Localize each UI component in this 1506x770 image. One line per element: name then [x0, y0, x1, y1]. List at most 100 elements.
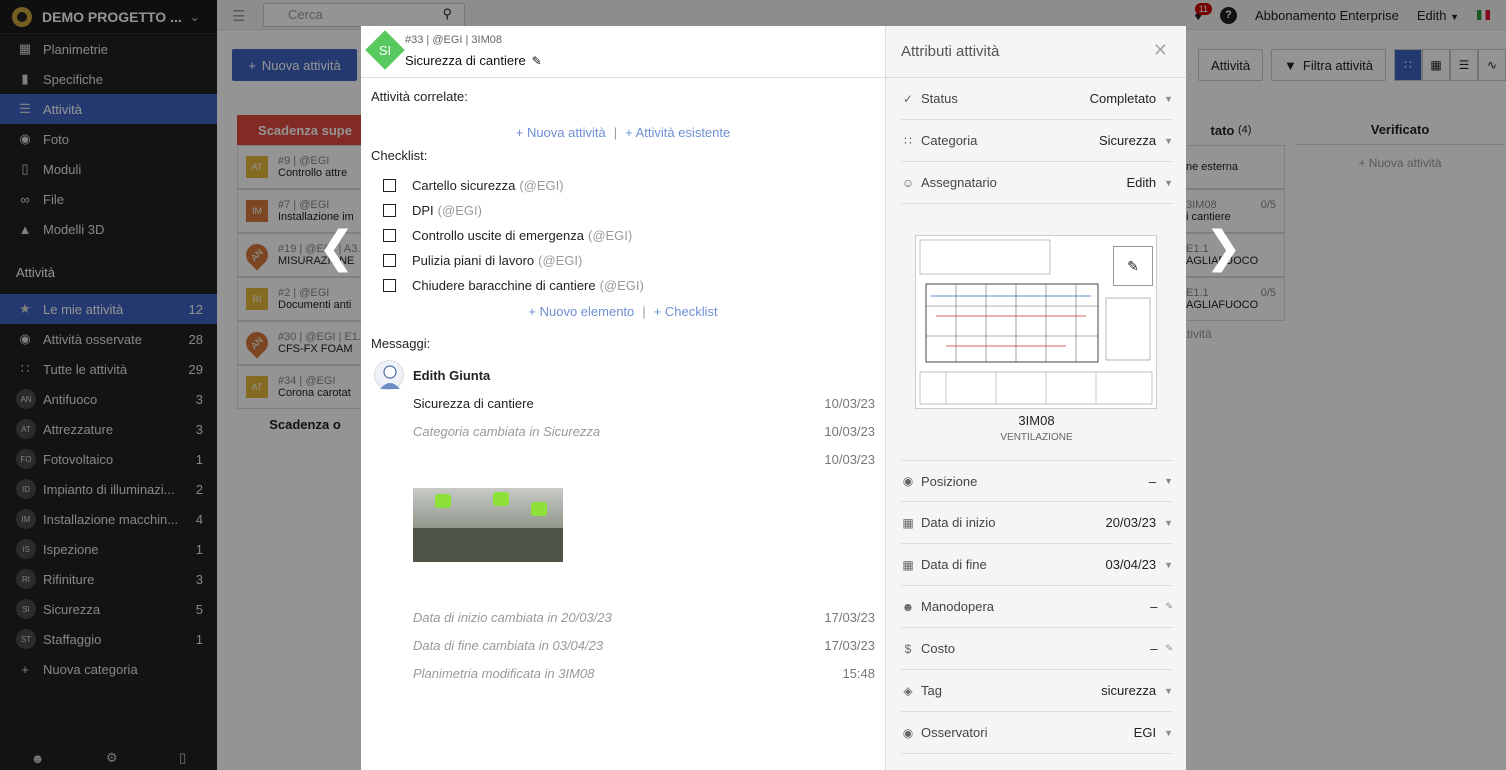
checklist-user: (@EGI) [437, 203, 482, 218]
pencil-icon[interactable]: ✎ [1165, 643, 1173, 654]
plan-thumbnail[interactable]: ✎ [915, 235, 1157, 409]
activity-title[interactable]: Sicurezza di cantiere ✎ [405, 53, 542, 68]
checkbox[interactable] [383, 204, 396, 217]
message-photo[interactable] [413, 488, 563, 562]
start-date-value: 20/03/23 [1105, 515, 1157, 530]
calendar-icon: ▦ [902, 515, 914, 530]
modal-header: SI #33 | @EGI | 3IM08 Sicurezza di canti… [361, 26, 885, 78]
assignee-field[interactable]: ☺ Assegnatario Edith ▼ [901, 162, 1173, 204]
message-text: Categoria cambiata in Sicurezza [413, 424, 601, 439]
position-label: Posizione [921, 473, 978, 489]
labor-field[interactable]: ☻ Manodopera – ✎ [901, 586, 1173, 628]
chevron-right-icon[interactable]: ❯ [1205, 226, 1242, 270]
plan-name: 3IM08 [1018, 413, 1055, 428]
pencil-icon: ✎ [1127, 257, 1139, 274]
existing-activity-link[interactable]: + Attività esistente [625, 125, 730, 140]
user-icon: ☺ [901, 175, 915, 190]
checklist-user: (@EGI) [587, 228, 633, 243]
message-text: Sicurezza di cantiere [413, 396, 534, 411]
observers-field[interactable]: ◉ Osservatori EGI ▼ [901, 712, 1173, 754]
start-date-label: Data di inizio [921, 515, 996, 530]
message-author: Edith Giunta [413, 368, 491, 383]
history-text: Data di fine cambiata in 03/04/23 [413, 638, 604, 653]
close-icon[interactable]: ✕ [1153, 40, 1168, 61]
activity-meta: #33 | @EGI | 3IM08 [405, 34, 502, 46]
start-date-field[interactable]: ▦ Data di inizio 20/03/23 ▼ [901, 502, 1173, 544]
history-text: Planimetria modificata in 3IM08 [413, 666, 595, 681]
assignee-value: Edith [1126, 175, 1157, 190]
checklist-item[interactable]: DPI (@EGI) [383, 203, 482, 218]
activity-details: SI #33 | @EGI | 3IM08 Sicurezza di canti… [361, 26, 885, 770]
related-label: Attività correlate: [371, 89, 468, 104]
caret-down-icon: ▼ [1164, 727, 1173, 738]
status-label: Status [921, 91, 958, 106]
observers-label: Osservatori [921, 725, 988, 740]
checklist-text: DPI [412, 203, 434, 218]
message-date: 10/03/23 [824, 396, 875, 411]
cost-field[interactable]: $ Costo – ✎ [901, 628, 1173, 670]
eye-icon: ◉ [902, 725, 914, 740]
checklist-text: Chiudere baracchine di cantiere [412, 278, 596, 293]
app-root: { "sidebar": { "project": "DEMO PROGETTO… [0, 0, 1506, 770]
cost-value: – [1150, 641, 1158, 656]
history-date: 17/03/23 [824, 610, 875, 625]
new-item-link[interactable]: + Nuovo elemento [528, 304, 634, 319]
attributes-title: Attributi attività [901, 43, 1000, 60]
assignee-label: Assegnatario [921, 175, 997, 190]
user-avatar-icon [380, 365, 400, 389]
pencil-icon[interactable]: ✎ [1165, 601, 1173, 612]
caret-down-icon: ▼ [1164, 177, 1173, 188]
status-field[interactable]: ✓ Status Completato ▼ [901, 78, 1173, 120]
message-date: 10/03/23 [824, 424, 875, 439]
position-field[interactable]: ◉ Posizione – ▼ [901, 460, 1173, 502]
edit-plan-button[interactable]: ✎ [1113, 246, 1153, 286]
checkbox[interactable] [383, 254, 396, 267]
category-badge-label: SI [378, 42, 392, 58]
cost-label: Costo [921, 641, 955, 656]
chevron-left-icon[interactable]: ❮ [318, 226, 355, 270]
pencil-icon[interactable]: ✎ [532, 54, 542, 68]
position-value: – [1148, 473, 1157, 489]
checkbox[interactable] [383, 279, 396, 292]
calendar-icon: ▦ [902, 557, 914, 572]
tag-field[interactable]: ◈ Tag sicurezza ▼ [901, 670, 1173, 712]
history-row: Data di inizio cambiata in 20/03/23 17/03… [413, 610, 875, 625]
caret-down-icon: ▼ [1164, 476, 1173, 486]
checklist-text: Pulizia piani di lavoro [412, 253, 535, 268]
messages-label: Messaggi: [371, 336, 431, 351]
users-icon: ☻ [901, 599, 915, 614]
caret-down-icon: ▼ [1164, 559, 1173, 570]
end-date-value: 03/04/23 [1105, 557, 1157, 572]
checkbox[interactable] [383, 179, 396, 192]
checklist-user: (@EGI) [538, 253, 583, 268]
checkbox[interactable] [383, 229, 396, 242]
message-row: 10/03/23 [413, 452, 875, 467]
plan-category: VENTILAZIONE [1000, 432, 1073, 443]
observers-value: EGI [1133, 725, 1157, 740]
category-label: Categoria [921, 133, 978, 148]
history-row: Data di fine cambiata in 03/04/23 17/03/2… [413, 638, 875, 653]
message-row: Categoria cambiata in Sicurezza 10/03/23 [413, 424, 875, 439]
status-icon: ✓ [902, 91, 914, 106]
end-date-field[interactable]: ▦ Data di fine 03/04/23 ▼ [901, 544, 1173, 586]
caret-down-icon: ▼ [1164, 685, 1173, 696]
tag-label: Tag [921, 683, 942, 698]
history-row: Planimetria modificata in 3IM08 15:48 [413, 666, 875, 681]
checklist-item[interactable]: Chiudere baracchine di cantiere (@EGI) [383, 278, 644, 293]
checklist-text: Controllo uscite di emergenza [412, 228, 584, 243]
history-text: Data di inizio cambiata in 20/03/23 [413, 610, 612, 625]
caret-down-icon: ▼ [1164, 93, 1173, 104]
message-row: Sicurezza di cantiere 10/03/23 [413, 396, 875, 411]
checklist-item[interactable]: Controllo uscite di emergenza (@EGI) [383, 228, 632, 243]
checklist-user: (@EGI) [519, 178, 564, 193]
new-activity-link[interactable]: + Nuova attività [516, 125, 606, 140]
related-links: + Nuova attività | + Attività esistente [515, 125, 731, 140]
caret-down-icon: ▼ [1164, 135, 1173, 146]
checklist-text: Cartello sicurezza [412, 178, 516, 193]
grid-icon: ∷ [904, 133, 912, 148]
checklist-item[interactable]: Pulizia piani di lavoro (@EGI) [383, 253, 582, 268]
checklist-item[interactable]: Cartello sicurezza (@EGI) [383, 178, 564, 193]
attributes-panel: Attributi attività ✕ ✓ Status Completato ▼ … [885, 26, 1186, 770]
category-field[interactable]: ∷ Categoria Sicurezza ▼ [901, 120, 1173, 162]
checklist-link[interactable]: + Checklist [654, 304, 718, 319]
